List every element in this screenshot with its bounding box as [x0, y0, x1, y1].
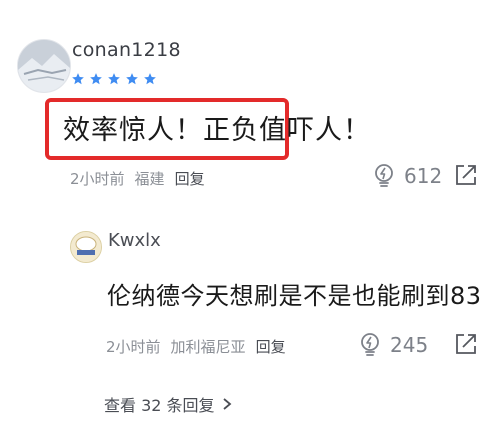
- reply-text: 伦纳德今天想刷是不是也能刷到83: [107, 282, 482, 310]
- reply-share-button[interactable]: [454, 332, 478, 356]
- chevron-right-icon: [222, 398, 231, 410]
- username[interactable]: conan1218: [72, 39, 181, 61]
- like-button[interactable]: 612: [372, 163, 442, 189]
- view-more-replies[interactable]: 查看 32 条回复: [104, 392, 233, 416]
- star-icon: [108, 73, 120, 85]
- comment-text: 效率惊人！正负值吓人！: [63, 115, 371, 146]
- rating-stars: [71, 72, 157, 86]
- avatar[interactable]: [17, 39, 71, 93]
- share-button[interactable]: [454, 163, 478, 187]
- share-icon: [456, 334, 476, 354]
- reply-like-count: 245: [390, 333, 429, 357]
- comment-location: 福建: [134, 170, 165, 188]
- reply-username[interactable]: Kwxlx: [108, 230, 161, 251]
- view-more-label: 查看 32 条回复: [104, 396, 215, 415]
- star-icon: [72, 73, 84, 85]
- reply-location: 加利福尼亚: [170, 338, 246, 356]
- star-icon: [90, 73, 102, 85]
- reply-meta: 2小时前 加利福尼亚 回复: [106, 336, 286, 357]
- star-icon: [126, 73, 138, 85]
- star-icon: [144, 73, 156, 85]
- reply-like-button[interactable]: 245: [358, 332, 428, 358]
- comment-time: 2小时前: [70, 170, 125, 188]
- reply-avatar-image: [71, 232, 101, 262]
- reply-button[interactable]: 回复: [175, 168, 205, 189]
- like-count: 612: [404, 164, 443, 188]
- lightbulb-like-icon: [361, 333, 379, 356]
- reply-reply-button[interactable]: 回复: [256, 336, 286, 357]
- reply-time: 2小时前: [106, 338, 161, 356]
- share-icon: [456, 165, 476, 185]
- lightbulb-like-icon: [375, 164, 393, 187]
- avatar-image: [18, 40, 70, 92]
- reply-avatar[interactable]: [70, 231, 102, 263]
- comment-meta: 2小时前 福建 回复: [70, 168, 205, 189]
